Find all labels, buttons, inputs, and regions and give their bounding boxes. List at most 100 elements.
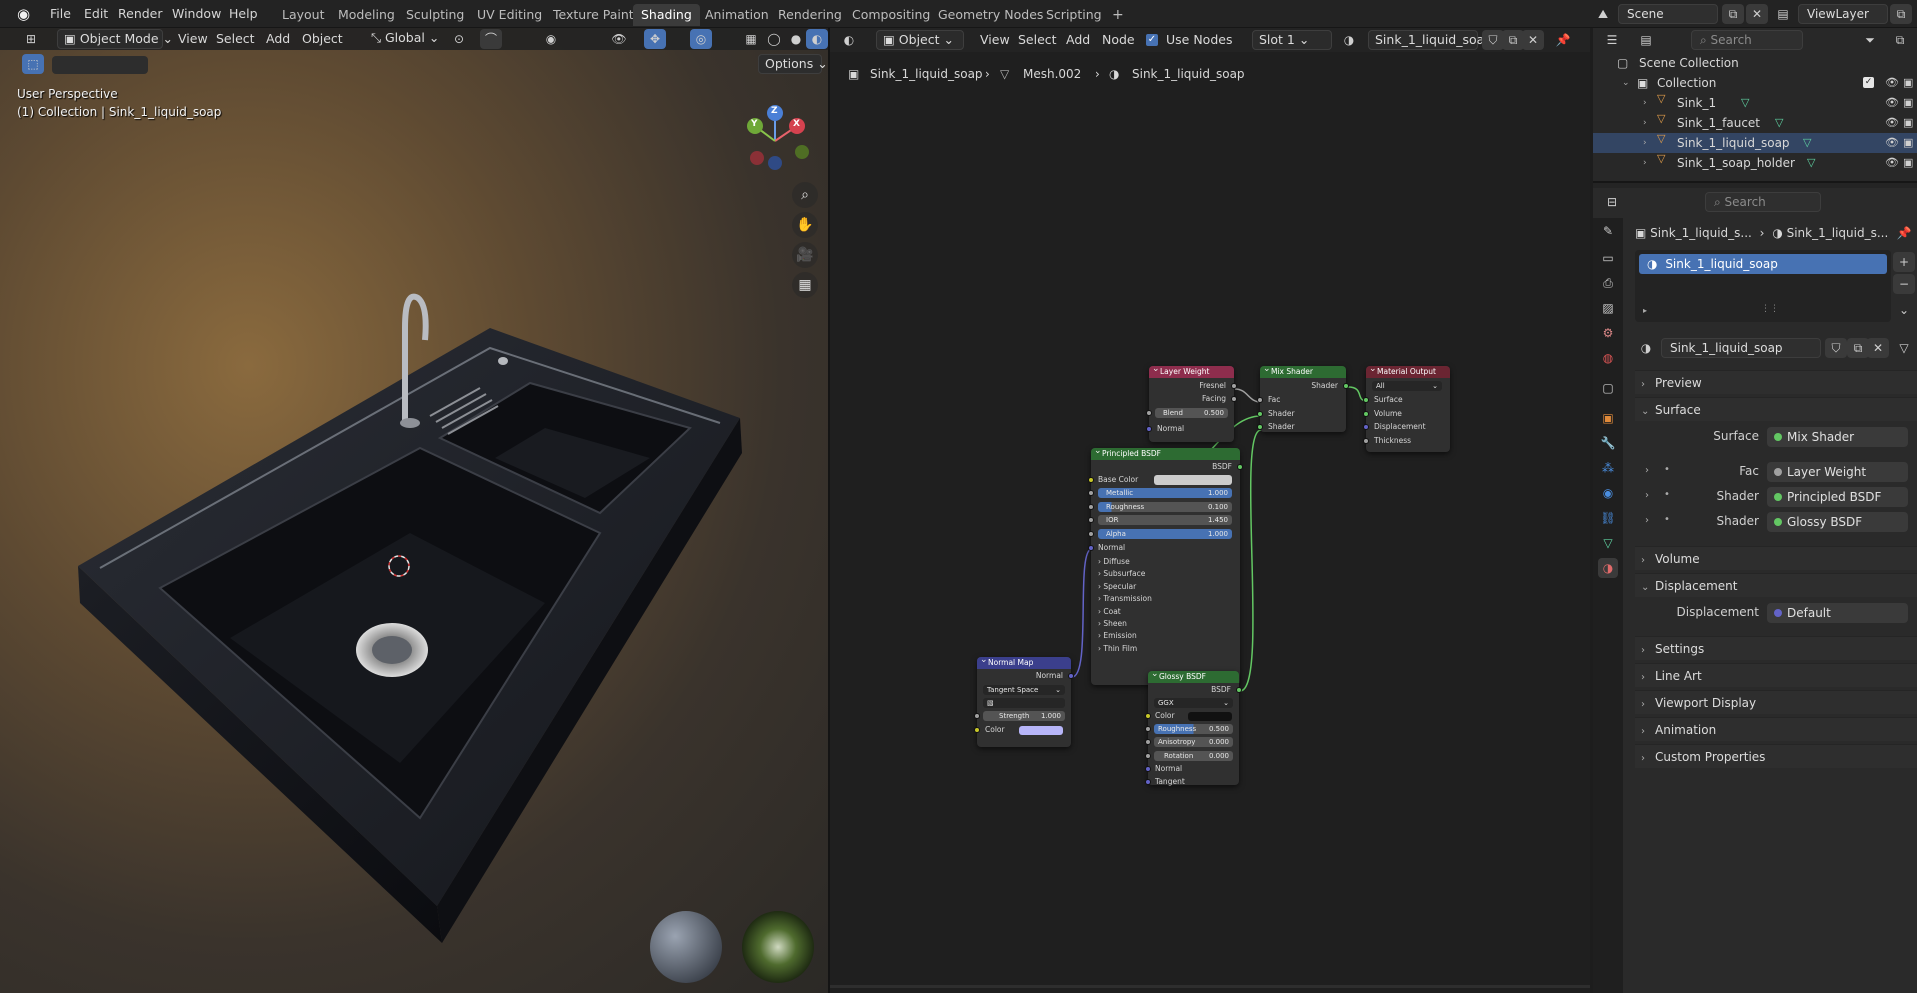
properties-search-input[interactable]: ⌕ Search [1705, 192, 1821, 212]
tab-rendering[interactable]: Rendering [770, 4, 850, 26]
expand-fac-icon[interactable]: › [1645, 465, 1649, 476]
target-dropdown[interactable]: All ⌄ [1372, 381, 1442, 391]
camera-icon[interactable]: ▣ [1903, 133, 1913, 153]
eye-icon[interactable]: 👁 [1885, 153, 1899, 173]
list-expand-icon[interactable]: ▸ [1643, 306, 1647, 315]
scene-tab-icon[interactable]: ⚙ [1598, 323, 1618, 343]
eye-icon[interactable]: 👁 [1885, 133, 1899, 153]
node-material-output[interactable]: Material Output All⌄ Surface Volume Disp… [1363, 363, 1450, 452]
duplicate-material-icon[interactable]: ⧉ [1847, 338, 1869, 358]
socket[interactable] [974, 713, 980, 719]
menu-edit[interactable]: Edit [78, 4, 114, 24]
socket[interactable] [1363, 397, 1369, 403]
tab-sculpting[interactable]: Sculpting [398, 4, 472, 26]
tab-animation[interactable]: Animation [697, 4, 777, 26]
section-coat[interactable]: › Coat [1098, 606, 1121, 618]
node-mix-shader[interactable]: Mix Shader Shader Fac Shader Shader [1257, 363, 1349, 432]
socket[interactable] [1146, 410, 1152, 416]
view-layer-icon[interactable]: ▤ [1772, 4, 1794, 24]
unlink-material-icon[interactable]: ✕ [1867, 338, 1889, 358]
tab-compositing[interactable]: Compositing [844, 4, 938, 26]
socket[interactable] [1236, 687, 1242, 693]
socket[interactable] [1145, 753, 1151, 759]
outliner-collection[interactable]: ⌄ ▣ Collection ✓ 👁 ▣ [1593, 73, 1917, 93]
output-tab-icon[interactable]: ⎙ [1598, 273, 1618, 293]
normal-color-swatch[interactable] [1019, 726, 1063, 735]
strength-field[interactable]: Strength 1.000 [983, 711, 1065, 721]
new-scene-icon[interactable]: ⧉ [1722, 4, 1744, 24]
roughness-field[interactable]: Roughness 0.100 [1098, 502, 1232, 512]
section-diffuse[interactable]: › Diffuse [1098, 556, 1130, 568]
socket[interactable] [1257, 397, 1263, 403]
blend-field[interactable]: Blend 0.500 [1155, 408, 1228, 418]
socket[interactable] [1237, 464, 1243, 470]
panel-preview[interactable]: › Preview [1635, 370, 1917, 394]
display-mode-icon[interactable]: ▤ [1635, 30, 1657, 50]
tab-shading[interactable]: Shading [633, 4, 700, 26]
surface-shader-field[interactable]: Mix Shader [1767, 427, 1908, 447]
socket[interactable] [1231, 383, 1237, 389]
tab-layout[interactable]: Layout [274, 4, 333, 26]
view-layer-selector[interactable]: ViewLayer [1798, 4, 1888, 24]
particles-tab-icon[interactable]: ⁂ [1598, 458, 1618, 478]
panel-animation[interactable]: › Animation [1635, 717, 1917, 741]
horizontal-scrollbar[interactable] [830, 985, 1590, 988]
data-tab-icon[interactable]: ▽ [1598, 533, 1618, 553]
socket[interactable] [1146, 426, 1152, 432]
filter-icon[interactable]: ⏷ [1859, 30, 1881, 50]
camera-icon[interactable]: ▣ [1903, 113, 1913, 133]
render-tab-icon[interactable]: ▭ [1598, 248, 1618, 268]
section-emission[interactable]: › Emission [1098, 630, 1137, 642]
tab-modeling[interactable]: Modeling [330, 4, 403, 26]
section-subsurface[interactable]: › Subsurface [1098, 568, 1145, 580]
world-tab-icon[interactable]: ◍ [1598, 348, 1618, 368]
sink-model[interactable] [0, 28, 828, 993]
object-tab-icon[interactable]: ▣ [1598, 408, 1618, 428]
collection-tab-icon[interactable]: ▢ [1598, 378, 1618, 398]
anisotropy-field[interactable]: Anisotropy 0.000 [1154, 737, 1233, 747]
node-glossy-bsdf[interactable]: Glossy BSDF BSDF GGX⌄ Color Roughness 0.5… [1145, 668, 1242, 786]
space-dropdown[interactable]: Tangent Space ⌄ [983, 685, 1065, 695]
socket[interactable] [1363, 438, 1369, 444]
physics-tab-icon[interactable]: ◉ [1598, 483, 1618, 503]
socket[interactable] [1088, 531, 1094, 537]
alpha-field[interactable]: Alpha 1.000 [1098, 529, 1232, 539]
socket[interactable] [1088, 490, 1094, 496]
socket[interactable] [1257, 424, 1263, 430]
socket[interactable] [1145, 779, 1151, 785]
node-normal-map[interactable]: Normal Map Normal Tangent Space⌄ ▧ Stren… [974, 654, 1074, 747]
panel-viewport-display[interactable]: › Viewport Display [1635, 690, 1917, 714]
outliner-object-sink-1[interactable]: › ▽ Sink_1 ▽ 👁 ▣ [1593, 93, 1917, 113]
socket[interactable] [1145, 766, 1151, 772]
menu-window[interactable]: Window [166, 4, 227, 24]
pin-icon[interactable]: 📌 [1893, 223, 1915, 243]
rotation-field[interactable]: Rotation 0.000 [1154, 751, 1233, 761]
material-browse-icon[interactable]: ◑ [1635, 338, 1657, 358]
displacement-input-field[interactable]: Default [1767, 603, 1908, 623]
socket[interactable] [1145, 713, 1151, 719]
outliner-object-sink-liquid-soap[interactable]: › ▽ Sink_1_liquid_soap ▽ 👁 ▣ [1593, 133, 1917, 153]
new-view-layer-icon[interactable]: ⧉ [1890, 4, 1912, 24]
socket[interactable] [1088, 477, 1094, 483]
socket[interactable] [1088, 504, 1094, 510]
section-sheen[interactable]: › Sheen [1098, 618, 1127, 630]
list-resize-handle-icon[interactable]: ⋮⋮ [1761, 304, 1779, 314]
constraints-tab-icon[interactable]: ⛓ [1598, 508, 1618, 528]
section-specular[interactable]: › Specular [1098, 581, 1136, 593]
socket[interactable] [1088, 517, 1094, 523]
socket[interactable] [974, 727, 980, 733]
ior-field[interactable]: IOR 1.450 [1098, 515, 1232, 525]
expand-icon[interactable]: › [1643, 93, 1647, 113]
outliner-object-sink-soap-holder[interactable]: › ▽ Sink_1_soap_holder ▽ 👁 ▣ [1593, 153, 1917, 173]
material-tab-icon[interactable]: ◑ [1598, 558, 1618, 578]
blender-logo-icon[interactable]: ◉ [17, 0, 35, 28]
eye-icon[interactable]: 👁 [1885, 93, 1899, 113]
panel-volume[interactable]: › Volume [1635, 546, 1917, 570]
fac-input-field[interactable]: Layer Weight [1767, 462, 1908, 482]
glossy-color-swatch[interactable] [1188, 712, 1232, 721]
eye-icon[interactable]: 👁 [1885, 113, 1899, 133]
material-slot-list[interactable]: ◑ Sink_1_liquid_soap ▸ ⋮⋮ [1635, 250, 1891, 322]
menu-render[interactable]: Render [112, 4, 169, 24]
material-name-input[interactable]: Sink_1_liquid_soap [1661, 338, 1821, 358]
tab-geometry-nodes[interactable]: Geometry Nodes [930, 4, 1051, 26]
